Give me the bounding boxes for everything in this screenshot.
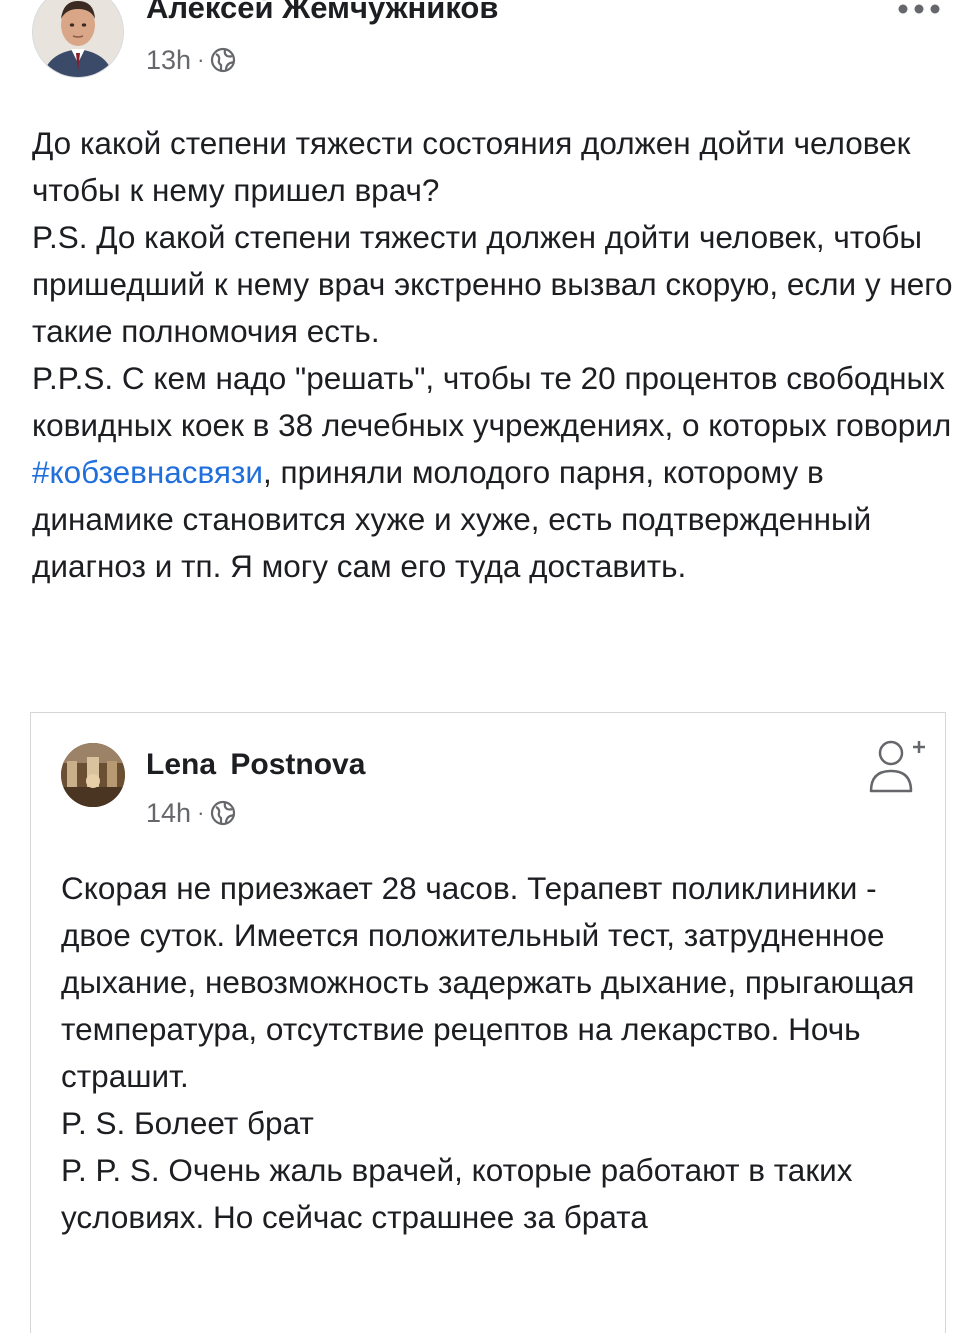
post-time[interactable]: 13h (146, 45, 191, 76)
hashtag-link[interactable]: #кобзевнасвязи (32, 454, 263, 490)
shared-post-meta: 14h · (146, 795, 236, 831)
author-name[interactable]: Алексей Жемчужников (146, 0, 498, 28)
post-text-fragment: P.P.S. С кем надо "решать", чтобы те 20 … (32, 360, 952, 443)
shared-post-time[interactable]: 14h (146, 798, 191, 829)
shared-text-line: Скорая не приезжает 28 часов. Терапевт п… (61, 870, 915, 1094)
shared-text-line: P. S. Болеет брат (61, 1105, 314, 1141)
shared-author-avatar[interactable] (61, 743, 125, 807)
author-avatar[interactable] (32, 0, 124, 78)
shared-author-name[interactable]: Lena Postnova (146, 745, 365, 785)
meta-separator: · (197, 47, 205, 72)
shared-post-text: Скорая не приезжает 28 часов. Терапевт п… (61, 865, 931, 1241)
add-friend-button[interactable] (863, 733, 929, 799)
globe-icon (211, 800, 236, 826)
author-photo (33, 0, 123, 77)
shared-text-line: P. P. S. Очень жаль врачей, которые рабо… (61, 1152, 853, 1235)
globe-icon (211, 47, 236, 73)
post-header: Алексей Жемчужников 13h · (0, 0, 976, 100)
post-text: До какой степени тяжести состояния долже… (32, 120, 957, 590)
post-text-line: До какой степени тяжести состояния долже… (32, 125, 911, 208)
meta-separator: · (197, 800, 205, 825)
post-text-line: P.P.S. С кем надо "решать", чтобы те 20 … (32, 355, 957, 590)
more-dots-icon (898, 4, 940, 14)
post-text-line: P.S. До какой степени тяжести должен дой… (32, 219, 953, 349)
shared-author-photo (61, 743, 125, 807)
post-meta: 13h · (146, 42, 236, 78)
add-friend-icon (869, 740, 925, 793)
more-options-button[interactable] (892, 0, 946, 24)
shared-post-card[interactable]: Lena Postnova 14h · Скорая не приезжает … (30, 712, 946, 1333)
